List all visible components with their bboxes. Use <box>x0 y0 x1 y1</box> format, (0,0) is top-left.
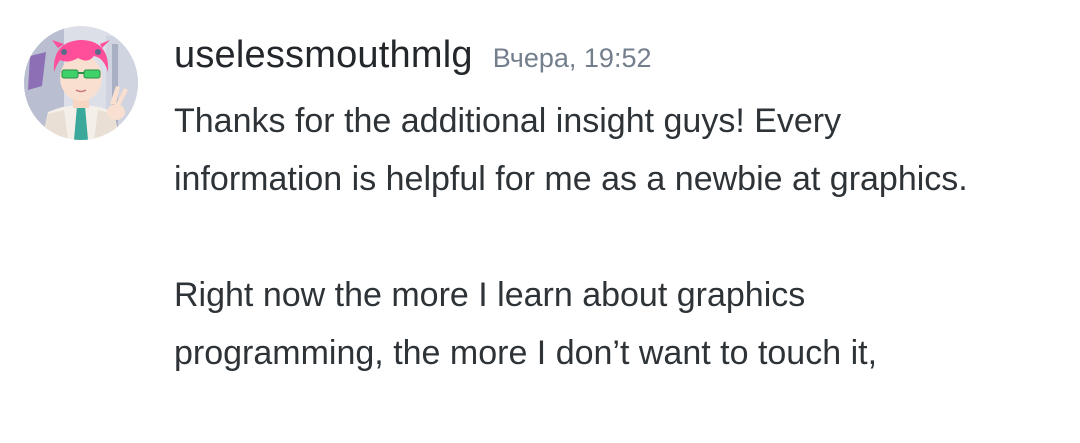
username[interactable]: uselessmouthmlg <box>174 34 473 77</box>
message-timestamp: Вчера, 19:52 <box>492 43 652 73</box>
user-avatar[interactable] <box>24 26 138 140</box>
message-paragraph-1: Thanks for the additional insight guys! … <box>174 102 968 198</box>
chat-message: uselessmouthmlg Вчера, 19:52 Thanks for … <box>0 0 1080 443</box>
avatar-image <box>24 26 138 140</box>
message-header: uselessmouthmlg Вчера, 19:52 <box>174 34 1054 92</box>
message-paragraph-2: Right now the more I learn about graphic… <box>174 276 878 372</box>
message-content: uselessmouthmlg Вчера, 19:52 Thanks for … <box>174 34 1054 382</box>
